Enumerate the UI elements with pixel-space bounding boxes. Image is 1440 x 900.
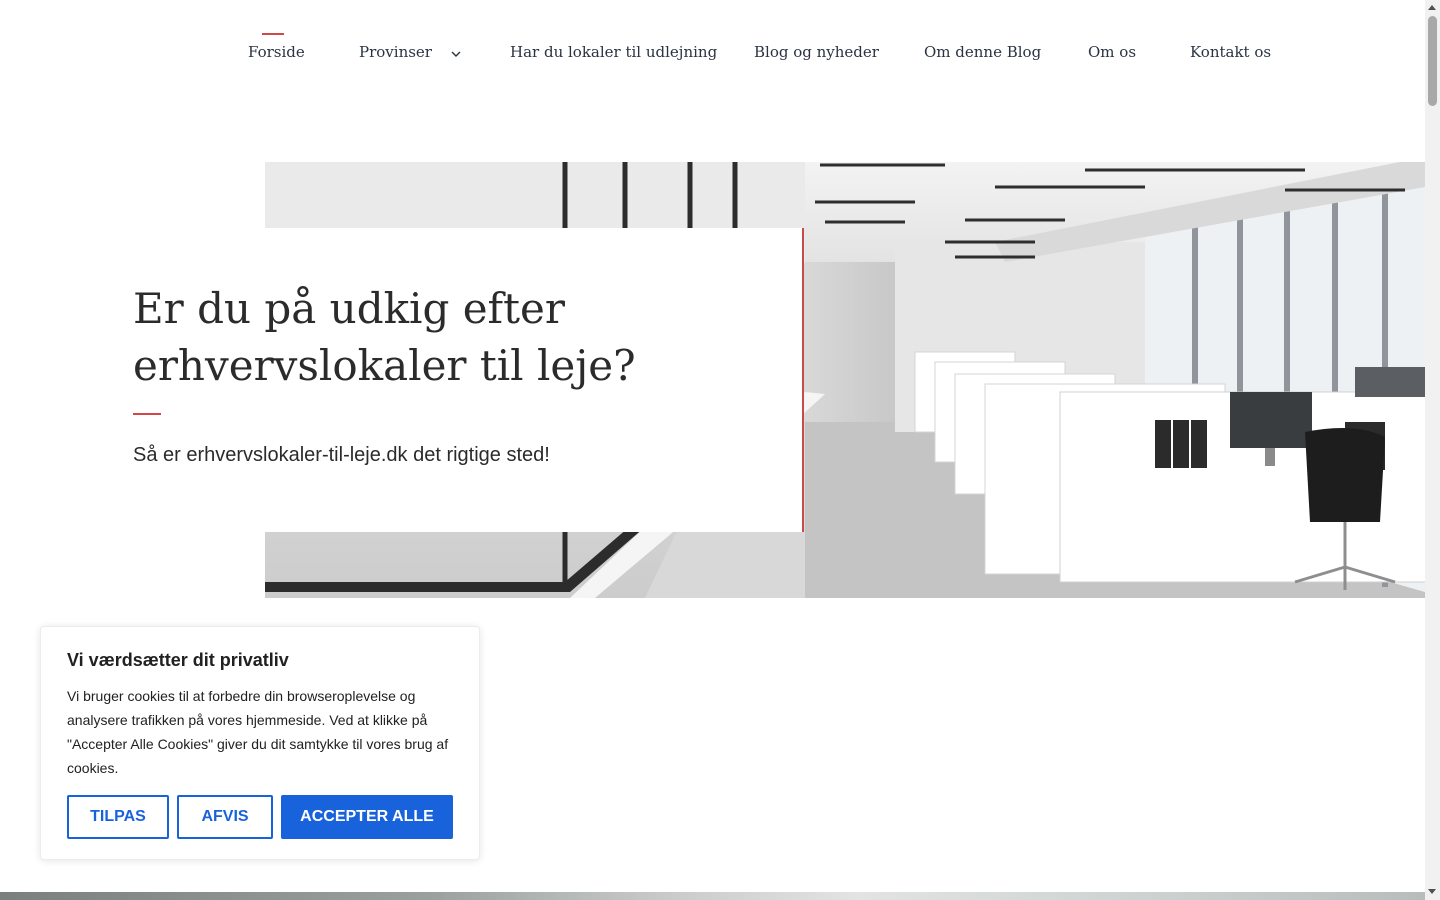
page-scrollbar[interactable] xyxy=(1425,0,1440,900)
nav-item-om-os[interactable]: Om os xyxy=(1088,43,1136,61)
customize-button[interactable]: TILPAS xyxy=(67,795,169,839)
nav-item-provinser[interactable]: Provinser xyxy=(359,43,461,62)
hero-divider xyxy=(133,413,161,415)
nav-item-kontakt[interactable]: Kontakt os xyxy=(1190,43,1271,61)
hero-subtitle: Så er erhvervslokaler-til-leje.dk det ri… xyxy=(133,444,550,466)
next-section-image xyxy=(0,892,1425,900)
nav-item-provinser-label: Provinser xyxy=(359,43,432,61)
chevron-down-icon xyxy=(451,44,461,62)
cookie-description: Vi bruger cookies til at forbedre din br… xyxy=(67,688,449,776)
scrollbar-thumb[interactable] xyxy=(1428,16,1437,106)
main-navigation: Forside Provinser Har du lokaler til udl… xyxy=(0,0,1425,100)
reject-button[interactable]: AFVIS xyxy=(177,795,273,839)
hero-title: Er du på udkig efter erhvervslokaler til… xyxy=(133,284,636,390)
cookie-consent-banner: Vi værdsætter dit privatliv Vi bruger co… xyxy=(40,626,480,860)
accept-all-button[interactable]: ACCEPTER ALLE xyxy=(281,795,453,839)
nav-item-lokaler[interactable]: Har du lokaler til udlejning xyxy=(510,43,717,61)
nav-item-forside[interactable]: Forside xyxy=(248,33,305,61)
nav-item-om-blog[interactable]: Om denne Blog xyxy=(924,43,1041,61)
cookie-title: Vi værdsætter dit privatliv xyxy=(67,650,289,670)
scroll-down-arrow-icon[interactable] xyxy=(1428,889,1436,894)
scroll-up-arrow-icon[interactable] xyxy=(1428,5,1436,10)
nav-item-blog[interactable]: Blog og nyheder xyxy=(754,43,879,61)
